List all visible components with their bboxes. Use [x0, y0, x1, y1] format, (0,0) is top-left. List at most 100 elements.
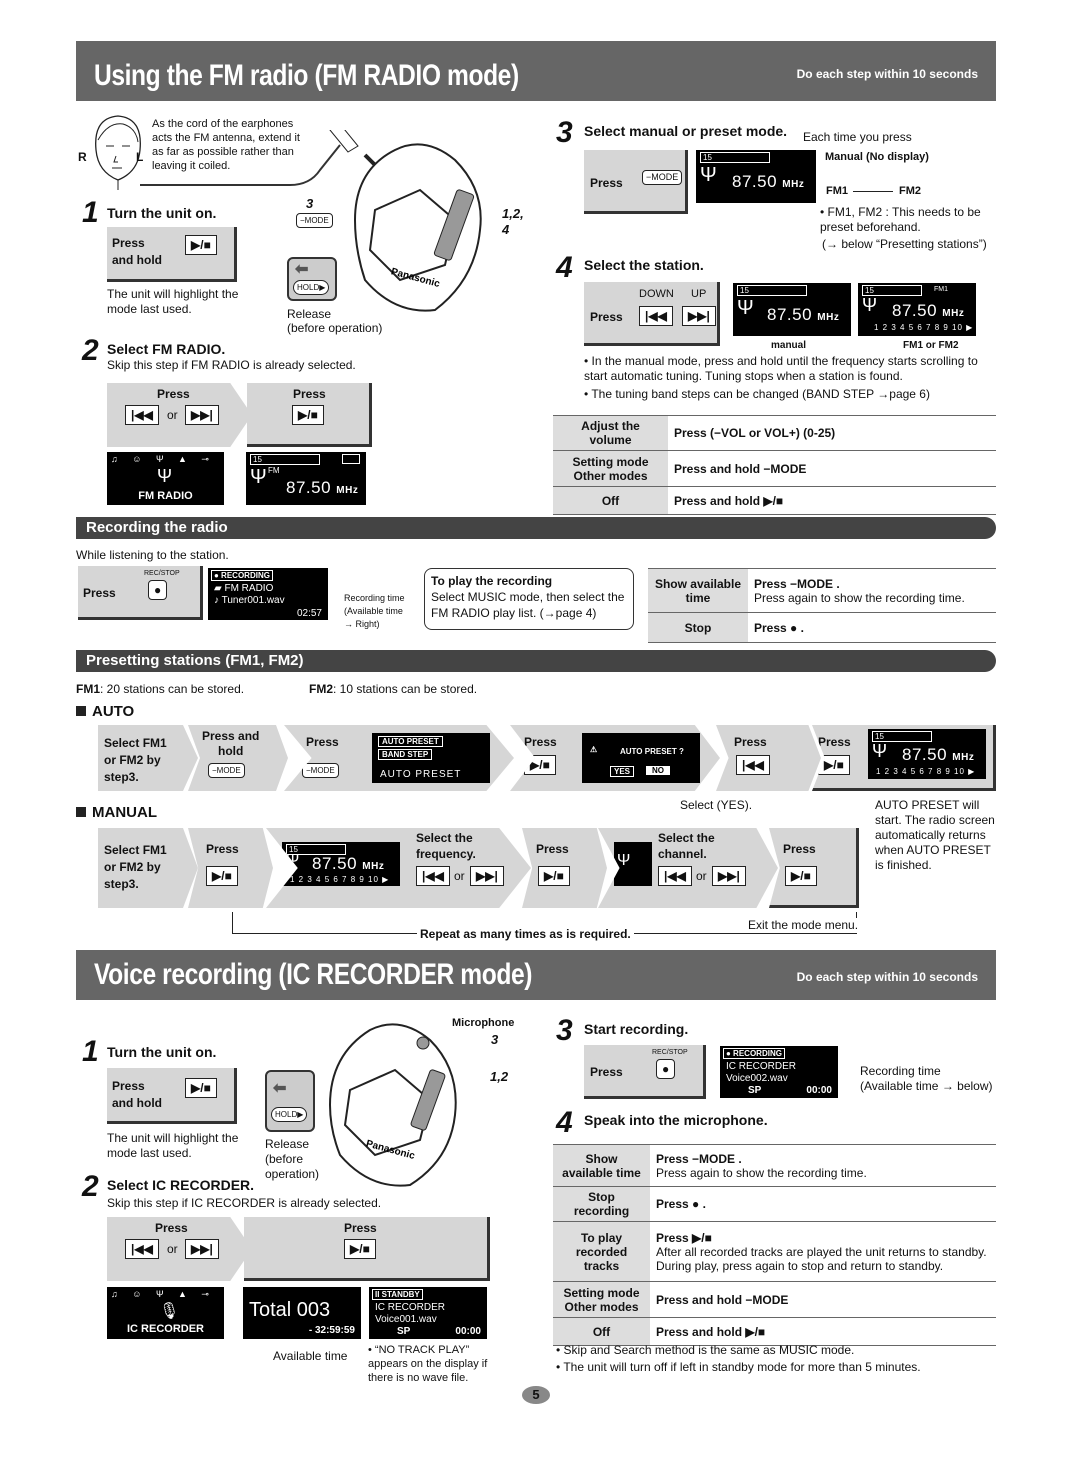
fm-section-title: Using the FM radio (FM RADIO mode)	[94, 59, 519, 92]
press-label: Press	[293, 387, 326, 401]
fm-step2-note: Skip this step if FM RADIO is already se…	[107, 358, 356, 372]
frequency-value: 87.50 MHz	[767, 305, 840, 324]
table-row: Off Press and hold ▶/■	[553, 1317, 996, 1346]
play-stop-button[interactable]: ▶/■	[818, 755, 850, 775]
antenna-icon: Ψ	[862, 295, 878, 315]
prev-button[interactable]: |◀◀	[125, 1239, 159, 1259]
next-button[interactable]: ▶▶|	[712, 866, 746, 886]
play-stop-button[interactable]: ▶/■	[524, 755, 556, 775]
play-stop-button[interactable]: ▶/■	[292, 405, 324, 425]
press-and-hold-label: Press and hold	[112, 236, 162, 267]
exit-mode-note: Exit the mode menu.	[746, 918, 861, 933]
fm-step2-press-a: Press |◀◀ or ▶▶|	[107, 383, 252, 447]
auto-step-4: Press ▶/■ ⚠ AUTO PRESET ? YES NO	[510, 725, 720, 791]
up-label: UP	[691, 288, 707, 300]
presetting-header: Presetting stations (FM1, FM2)	[76, 650, 996, 672]
play-recording-callout: To play the recording Select MUSIC mode,…	[424, 568, 634, 630]
fm2-label: FM2	[899, 185, 921, 197]
antenna-icon: Ψ	[700, 164, 717, 186]
ic-step3-number: 3	[556, 1014, 573, 1047]
table-row: Adjust the volume Press (−VOL or VOL+) (0…	[553, 415, 996, 451]
prev-button[interactable]: |◀◀	[736, 755, 770, 775]
preset-caption: FM1 or FM2	[903, 340, 959, 351]
antenna-icon: Ψ	[250, 466, 267, 488]
auto-step-5: Press |◀◀	[716, 725, 821, 791]
mode-button[interactable]: −MODE	[642, 170, 683, 185]
table-row: To play recorded tracks Press ▶/■ After al…	[553, 1221, 996, 1282]
lcd-auto-preset-confirm: ⚠ AUTO PRESET ? YES NO	[582, 733, 700, 783]
prev-button[interactable]: |◀◀	[125, 405, 159, 425]
fm-controls-table: Adjust the volume Press (−VOL or VOL+) (0…	[553, 415, 996, 515]
lcd-ic-standby: II STANDBY IC RECORDER Voice001.wav SP 0…	[369, 1287, 487, 1339]
lcd-manual-frequency: 15 Ψ 87.50 MHz 1 2 3 4 5 6 7 8 9 10 ▶	[282, 842, 400, 886]
ic-step1-number: 1	[82, 1035, 99, 1068]
recording-intro: While listening to the station.	[76, 548, 229, 562]
lcd-file: Voice001.wav	[375, 1314, 437, 1325]
play-stop-button[interactable]: ▶/■	[538, 866, 570, 886]
rec-stop-button[interactable]: ●	[148, 580, 168, 600]
release-label: Release	[287, 307, 332, 321]
lcd-time: 02:57	[296, 608, 322, 619]
press-label: Press	[344, 1221, 377, 1235]
rec-stop-button[interactable]: ●	[656, 1059, 676, 1079]
play-stop-button[interactable]: ▶/■	[185, 235, 217, 255]
lcd-channel-partial: Ψ	[614, 842, 652, 886]
press-label: Press	[155, 1221, 188, 1235]
press-label: Press	[83, 586, 116, 600]
antenna-icon: Ψ	[737, 297, 754, 319]
auto-preset-finish-note: AUTO PRESET will start. The radio screen…	[875, 798, 995, 872]
ic-callout-3: 3	[491, 1032, 499, 1047]
next-button[interactable]: ▶▶|	[185, 1239, 219, 1259]
volume-indicator: 15	[250, 454, 320, 465]
next-button[interactable]: ▶▶|	[470, 866, 504, 886]
mode-icons-row: ♫ ☺ Ψ ▲ ⊸	[111, 1289, 215, 1299]
fm-step1-title: Turn the unit on.	[107, 205, 217, 221]
play-stop-button[interactable]: ▶/■	[344, 1239, 376, 1259]
fm-step1-number: 1	[82, 196, 99, 229]
lcd-ic-total: Total 003 - 32:59:59	[243, 1287, 361, 1339]
recstop-label: REC/STOP	[652, 1049, 688, 1056]
microphone-icon: 🎙	[159, 1303, 180, 1320]
manual-step-4: Press ▶/■	[522, 828, 607, 908]
mode-icons-row: ♫ ☺ Ψ ▲ ⊸	[111, 454, 215, 464]
manual-mode-label: Manual (No display)	[825, 151, 929, 163]
battery-icon	[342, 454, 360, 464]
play-stop-button[interactable]: ▶/■	[206, 866, 238, 886]
auto-step-3: Press −MODE AUTO PRESET BAND STEP AUTO P…	[284, 725, 514, 791]
ic-step2-number: 2	[82, 1170, 99, 1203]
lcd-file: ♪ Tuner001.wav	[214, 595, 285, 606]
auto-step-2: Press and hold −MODE	[188, 725, 288, 791]
or-label: or	[167, 1242, 178, 1256]
available-time-value: - 32:59:59	[308, 1325, 355, 1336]
next-button[interactable]: ▶▶|	[185, 405, 219, 425]
rec-press-box: Press REC/STOP ●	[78, 566, 203, 620]
lcd-file: Voice002.wav	[726, 1073, 788, 1084]
ic-device-illustration-icon: Panasonic	[328, 1023, 457, 1187]
prev-button[interactable]: |◀◀	[658, 866, 692, 886]
frequency-value: 87.50 MHz	[892, 301, 965, 320]
lcd-auto-preset-menu: AUTO PRESET BAND STEP AUTO PRESET	[372, 733, 490, 783]
table-row: Off Press and hold ▶/■	[553, 486, 996, 515]
arrow-left-icon: ⬅	[295, 261, 309, 278]
fm2-capacity: FM2: 10 stations can be stored.	[309, 682, 478, 696]
fm1-label: FM1	[826, 185, 848, 197]
side-callout-number: 1,2, 4	[502, 206, 524, 237]
play-stop-button[interactable]: ▶/■	[785, 866, 817, 886]
prev-button[interactable]: |◀◀	[639, 306, 673, 326]
mode-button[interactable]: −MODE	[208, 763, 245, 778]
next-button[interactable]: ▶▶|	[682, 306, 716, 326]
callout-body: Select MUSIC mode, then select the FM RA…	[431, 590, 625, 620]
play-stop-button[interactable]: ▶/■	[185, 1078, 217, 1098]
table-row: Setting mode Other modes Press and hold −…	[553, 450, 996, 487]
ic-step1-note: The unit will highlight the mode last us…	[107, 1131, 239, 1160]
prev-button[interactable]: |◀◀	[416, 866, 450, 886]
lcd-time: 00:00	[455, 1326, 481, 1337]
fm-step1-note: The unit will highlight the mode last us…	[107, 287, 239, 316]
fm1-capacity: FM1: 20 stations can be stored.	[76, 682, 245, 696]
table-row: Show available time Press −MODE . Press ag…	[553, 1144, 996, 1187]
mode-button[interactable]: −MODE	[302, 763, 339, 778]
volume-indicator: 15	[737, 285, 807, 296]
ic-step4-number: 4	[556, 1106, 573, 1139]
warning-icon: ⚠	[590, 745, 598, 754]
lcd-auto-preset-done: 15 Ψ 87.50 MHz 1 2 3 4 5 6 7 8 9 10 ▶	[868, 729, 986, 779]
